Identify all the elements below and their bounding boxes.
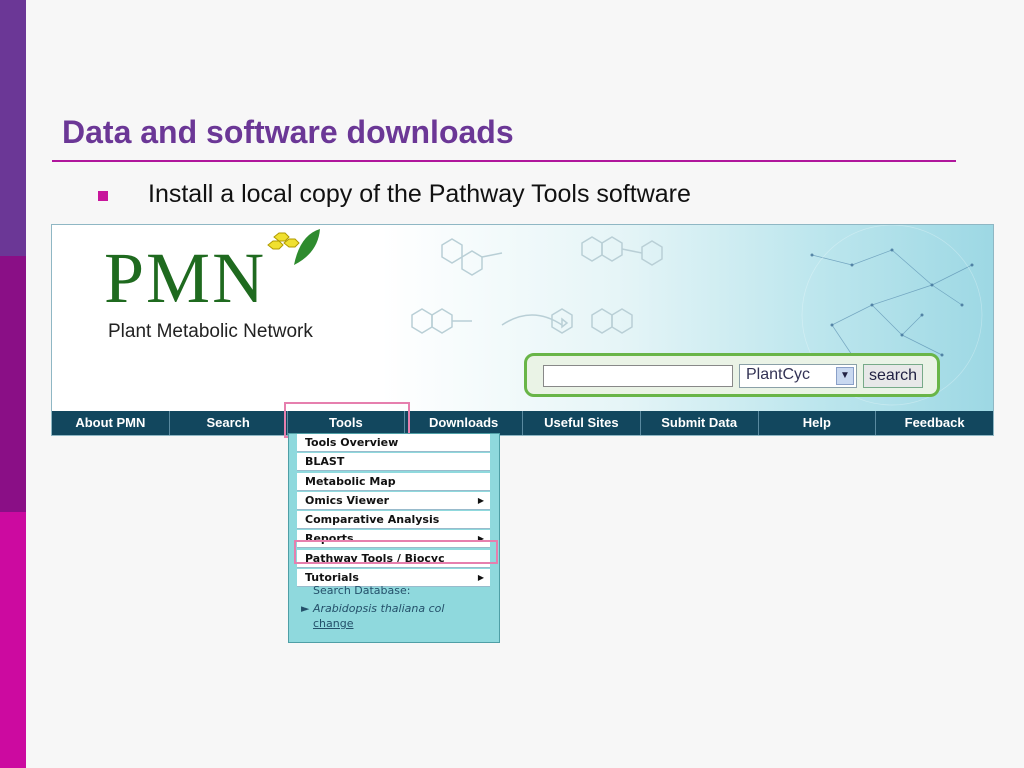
pmn-logo[interactable]: PMN <box>104 237 266 320</box>
leaf-hexagon-logo-icon <box>267 229 320 265</box>
menu-item-label: Omics Viewer <box>305 493 390 507</box>
menu-item-label: BLAST <box>305 455 345 469</box>
chevron-right-icon: ▶ <box>477 495 484 505</box>
pathway-tools-highlight-box <box>294 540 498 564</box>
search-button[interactable]: search <box>863 364 923 388</box>
search-input[interactable] <box>543 365 733 387</box>
database-select[interactable]: PlantCyc ▼ <box>739 364 857 388</box>
chevron-down-icon[interactable]: ▼ <box>836 367 854 385</box>
menu-item-label: Tutorials <box>305 571 359 585</box>
menu-item-comparative-analysis[interactable]: Comparative Analysis <box>297 511 490 530</box>
menu-item-metabolic-map[interactable]: Metabolic Map <box>297 472 490 491</box>
menu-item-blast[interactable]: BLAST <box>297 453 490 472</box>
tools-menu-list: Tools Overview BLAST Metabolic Map Omics… <box>297 434 490 588</box>
nav-about-pmn[interactable]: About PMN <box>52 411 170 435</box>
nav-feedback[interactable]: Feedback <box>876 411 993 435</box>
tools-dropdown-menu: Tools Overview BLAST Metabolic Map Omics… <box>288 433 500 643</box>
site-search-panel: PlantCyc ▼ search <box>524 353 940 397</box>
change-database-link[interactable]: change <box>313 617 353 630</box>
accent-segment-magenta <box>0 256 26 512</box>
accent-segment-pink <box>0 512 26 768</box>
title-divider <box>52 160 956 162</box>
slide-title: Data and software downloads <box>62 114 514 150</box>
nav-submit-data[interactable]: Submit Data <box>641 411 759 435</box>
nav-search[interactable]: Search <box>170 411 288 435</box>
accent-segment-purple <box>0 0 26 256</box>
menu-item-label: Tools Overview <box>305 436 399 449</box>
nav-help[interactable]: Help <box>759 411 877 435</box>
logo-subtitle: Plant Metabolic Network <box>108 321 313 342</box>
chevron-right-icon: ▶ <box>477 573 484 583</box>
menu-item-tools-overview[interactable]: Tools Overview <box>297 434 490 452</box>
menu-item-omics-viewer[interactable]: Omics Viewer ▶ <box>297 491 490 510</box>
nav-downloads[interactable]: Downloads <box>405 411 523 435</box>
bullet-square-icon <box>98 191 108 201</box>
database-select-value: PlantCyc <box>746 366 811 383</box>
main-nav-bar: About PMN Search Tools Downloads Useful … <box>52 411 993 435</box>
pmn-website-screenshot: PMN Plant Metabolic Network PlantCyc ▼ s… <box>51 224 994 436</box>
nav-useful-sites[interactable]: Useful Sites <box>523 411 641 435</box>
bullet-text: Install a local copy of the Pathway Tool… <box>148 180 691 208</box>
menu-item-label: Metabolic Map <box>305 474 396 488</box>
left-accent-bar <box>0 0 26 768</box>
search-database-label: Search Database: <box>313 584 411 597</box>
database-organism: Arabidopsis thaliana col <box>312 602 445 615</box>
menu-item-label: Comparative Analysis <box>305 513 440 527</box>
search-database-name: ► Arabidopsis thaliana col <box>301 602 445 615</box>
